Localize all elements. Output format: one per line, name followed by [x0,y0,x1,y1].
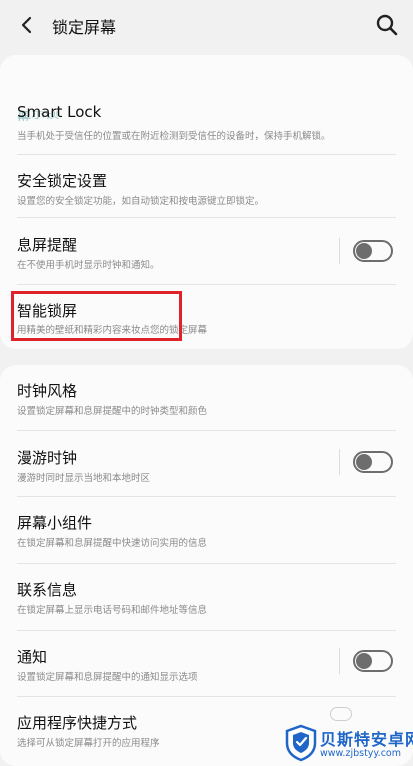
setting-roaming-clock[interactable]: 漫游时钟 漫游时同时显示当地和本地时区 [0,442,413,498]
setting-subtitle: 设置锁定屏幕和息屏提醒中的时钟类型和颜色 [17,406,208,417]
vertical-divider [339,648,340,674]
watermark-url: www.zjbstyy.com [320,748,401,759]
watermark-brand: 贝斯特安卓网 [320,730,413,749]
divider [17,563,396,564]
setting-smart-lock[interactable]: Smart Lock 当手机处于受信任的位置或在附近检测到受信任的设备时，保持手… [0,99,413,155]
roaming-clock-toggle[interactable] [353,451,393,473]
setting-subtitle: 在不使用手机时显示时钟和通知。 [17,260,160,271]
divider [17,430,396,431]
back-button[interactable] [14,13,38,37]
setting-subtitle: 选择可从锁定屏幕打开的应用程序 [17,738,160,749]
toggle-knob [356,653,372,669]
search-button[interactable] [375,13,399,37]
setting-secure-lock[interactable]: 安全锁定设置 设置您的安全锁定功能，如自动锁定和按电源键立即锁定。 [0,165,413,221]
setting-subtitle: 当手机处于受信任的位置或在附近检测到受信任的设备时，保持手机解锁。 [17,131,331,142]
divider [17,630,396,631]
page-title: 锁定屏幕 [52,18,117,37]
settings-card-secondary: 时钟风格 设置锁定屏幕和息屏提醒中的时钟类型和颜色 漫游时钟 漫游时同时显示当地… [0,365,413,766]
chevron-left-icon [21,16,32,34]
setting-title: Smart Lock [17,103,102,121]
vertical-divider [339,449,340,475]
setting-subtitle: 设置锁定屏幕和息屏提醒中的通知显示选项 [17,672,198,683]
setting-clock-style[interactable]: 时钟风格 设置锁定屏幕和息屏提醒中的时钟类型和颜色 [0,376,413,432]
divider [17,696,396,697]
divider [17,217,396,218]
shield-logo-icon [285,724,317,762]
notifications-toggle[interactable] [353,650,393,672]
setting-title: 漫游时钟 [17,449,78,467]
setting-title: 安全锁定设置 [17,172,108,190]
setting-subtitle: 在锁定屏幕和息屏提醒中快速访问实用的信息 [17,538,208,549]
vertical-divider [339,238,340,264]
setting-contact-info[interactable]: 联系信息 在锁定屏幕上显示电话号码和邮件地址等信息 [0,574,413,630]
watermark: 贝斯特安卓网 www.zjbstyy.com [284,724,413,766]
setting-title: 应用程序快捷方式 [17,714,138,732]
highlight-box [11,291,182,341]
setting-screen-widgets[interactable]: 屏幕小组件 在锁定屏幕和息屏提醒中快速访问实用的信息 [0,507,413,563]
setting-subtitle: 在锁定屏幕上显示电话号码和邮件地址等信息 [17,605,208,616]
search-icon [376,14,398,36]
setting-title: 时钟风格 [17,382,78,400]
setting-title: 通知 [17,648,48,666]
setting-always-on-display[interactable]: 息屏提醒 在不使用手机时显示时钟和通知。 [0,229,413,285]
toggle-knob [356,243,372,259]
setting-title: 屏幕小组件 [17,514,93,532]
setting-subtitle: 设置您的安全锁定功能，如自动锁定和按电源键立即锁定。 [17,196,265,207]
divider [17,284,396,285]
setting-title: 息屏提醒 [17,236,78,254]
setting-notifications[interactable]: 通知 设置锁定屏幕和息屏提醒中的通知显示选项 [0,641,413,697]
toggle-knob [356,454,372,470]
partial-toggle-icon [330,707,352,721]
setting-subtitle: 漫游时同时显示当地和本地时区 [17,473,151,484]
setting-title: 联系信息 [17,581,78,599]
top-app-bar: 锁定屏幕 [0,0,413,54]
divider [17,154,396,155]
always-on-display-toggle[interactable] [353,240,393,262]
divider [17,496,396,497]
